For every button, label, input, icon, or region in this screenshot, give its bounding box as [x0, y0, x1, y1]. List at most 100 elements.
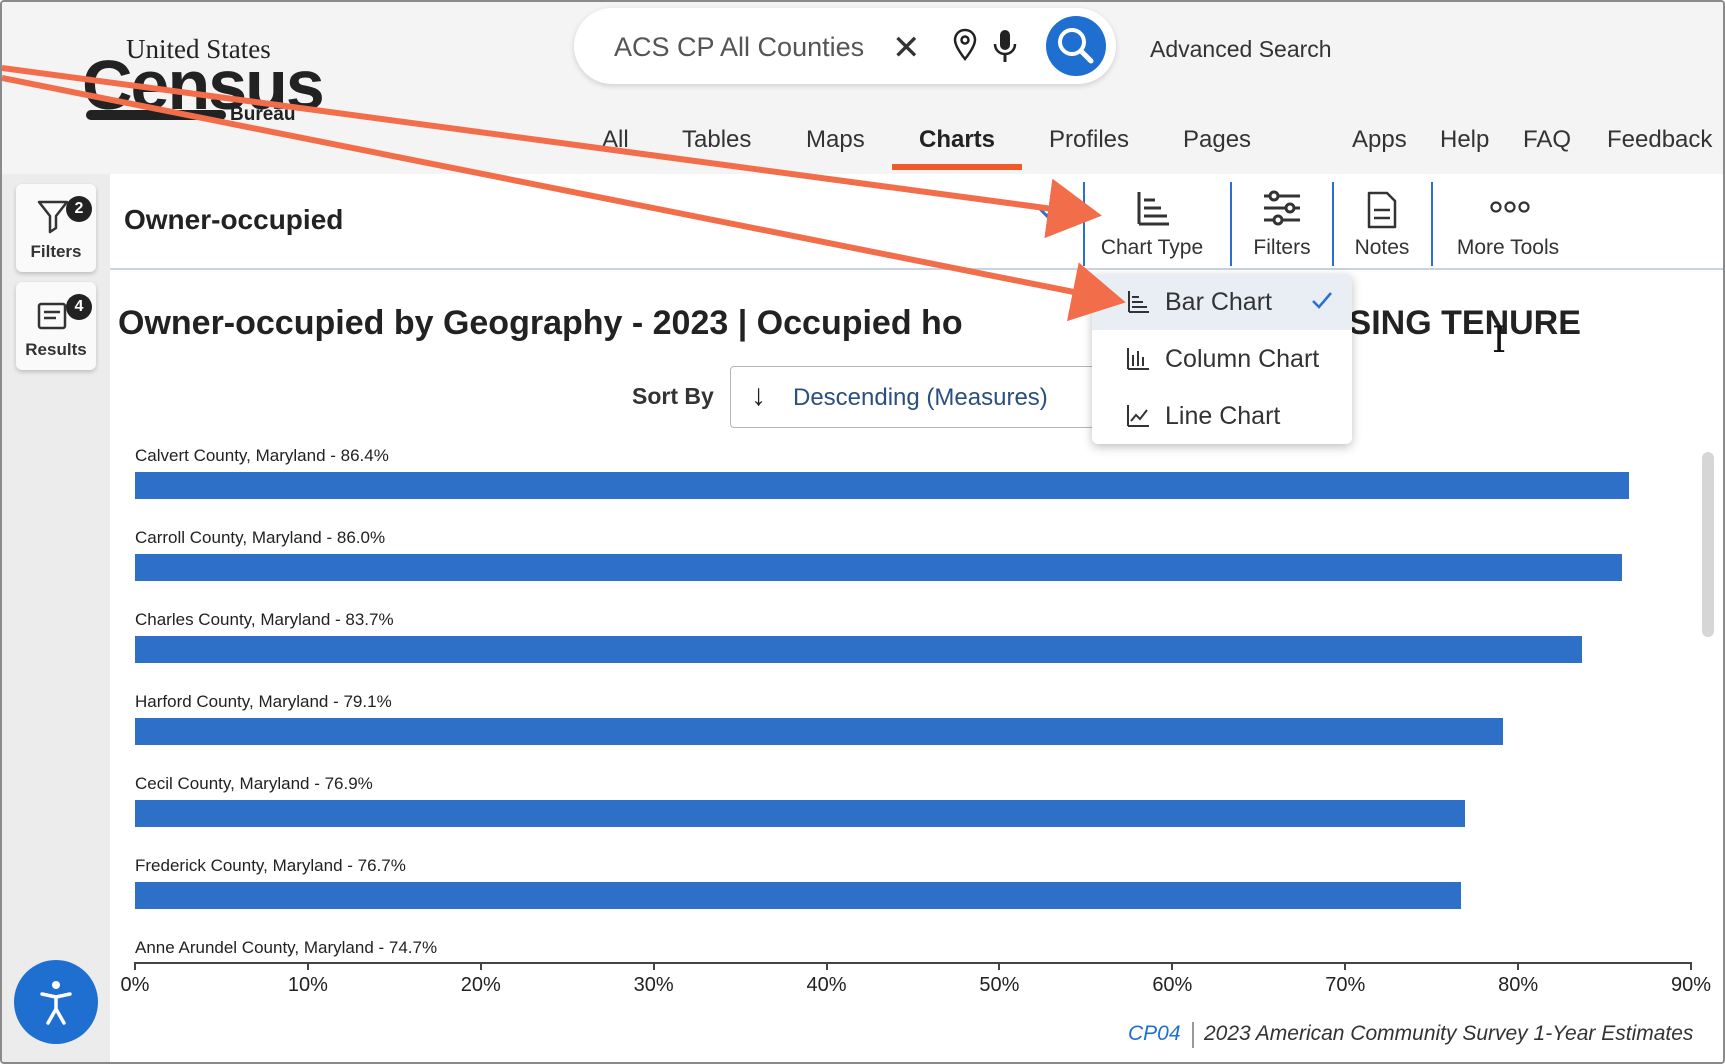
bar-label: Charles County, Maryland - 83.7%	[135, 610, 394, 629]
search-bar: ✕	[574, 8, 1116, 84]
active-tab-indicator	[892, 164, 1022, 170]
measure-dropdown-chevron-icon[interactable]	[1035, 204, 1059, 225]
x-tick	[1517, 962, 1520, 970]
main-tabs: All Tables Maps Charts Profiles Pages Ap…	[2, 126, 1723, 174]
census-logo[interactable]: United States Census Bureau	[82, 34, 325, 129]
x-tick-label: 30%	[633, 974, 674, 996]
chart-title: Owner-occupied by Geography - 2023 | Occ…	[118, 304, 1618, 343]
chart-scrollbar[interactable]	[1702, 452, 1714, 637]
chart-type-label: Chart Type	[1100, 236, 1204, 259]
table-code-link[interactable]: CP04	[1128, 1022, 1181, 1046]
tab-pages[interactable]: Pages	[1183, 126, 1251, 154]
measure-title: Owner-occupied	[124, 204, 344, 235]
link-apps[interactable]: Apps	[1352, 126, 1407, 154]
search-input[interactable]	[614, 30, 864, 64]
accessibility-button[interactable]	[14, 960, 98, 1044]
more-tools-button[interactable]: More Tools	[1433, 182, 1583, 266]
x-tick	[134, 962, 136, 970]
x-tick	[479, 962, 482, 970]
link-help[interactable]: Help	[1440, 126, 1489, 154]
bar-chart-icon	[1137, 192, 1169, 226]
notes-label: Notes	[1354, 236, 1410, 259]
left-rail: 2 Filters 4 Results	[2, 174, 110, 1062]
text-cursor-icon: I	[1492, 320, 1507, 361]
logo-bureau: Bureau	[230, 104, 296, 125]
app-window: United States Census Bureau ✕ Advanced S…	[0, 0, 1725, 1064]
x-tick	[998, 962, 1001, 970]
x-tick-label: 50%	[979, 974, 1020, 996]
bar-chart-icon	[1128, 291, 1149, 313]
tab-charts[interactable]: Charts	[919, 126, 995, 154]
menu-item-column-chart[interactable]: Column Chart	[1092, 331, 1352, 387]
accessibility-icon	[40, 981, 72, 1025]
x-tick	[306, 962, 309, 970]
bar[interactable]	[135, 800, 1465, 827]
sort-by-dropdown[interactable]: ↓ Descending (Measures)	[730, 366, 1110, 428]
menu-item-bar-chart[interactable]: Bar Chart	[1092, 274, 1352, 330]
checkmark-icon	[1312, 292, 1332, 309]
bar[interactable]	[135, 882, 1462, 909]
sort-descending-arrow-icon: ↓	[751, 379, 766, 412]
tab-all[interactable]: All	[602, 126, 629, 154]
document-icon	[1367, 191, 1397, 229]
column-chart-icon	[1127, 348, 1149, 370]
menu-item-label: Bar Chart	[1165, 288, 1272, 316]
filters-tool-label: Filters	[1253, 236, 1311, 259]
x-tick-label: 20%	[460, 974, 501, 996]
bar-label: Cecil County, Maryland - 76.9%	[135, 774, 373, 793]
x-tick-label: 0%	[120, 974, 150, 996]
more-tools-label: More Tools	[1456, 236, 1560, 259]
location-pin-icon[interactable]	[952, 28, 978, 67]
bar-label: Harford County, Maryland - 79.1%	[135, 692, 392, 711]
bar[interactable]	[135, 718, 1503, 745]
results-count-badge: 4	[66, 294, 92, 320]
chart-toolbar: Owner-occupied Chart Type Filters Notes	[110, 174, 1723, 270]
x-tick-label: 40%	[806, 974, 847, 996]
more-dots-icon	[1490, 201, 1530, 213]
link-faq[interactable]: FAQ	[1523, 126, 1571, 154]
link-feedback[interactable]: Feedback	[1607, 126, 1712, 154]
x-tick	[652, 962, 655, 970]
filters-count-badge: 2	[66, 196, 92, 222]
x-tick	[1171, 962, 1174, 970]
x-tick	[1690, 962, 1692, 970]
tab-maps[interactable]: Maps	[806, 126, 865, 154]
chart-type-menu: Bar Chart Column Chart Line Chart	[1092, 274, 1352, 444]
search-submit-button[interactable]	[1046, 16, 1106, 76]
filters-rail-button[interactable]: 2 Filters	[16, 184, 96, 272]
chart-type-button[interactable]: Chart Type	[1085, 182, 1219, 266]
bar[interactable]	[135, 636, 1583, 663]
filters-tool-button[interactable]: Filters	[1232, 182, 1332, 266]
results-list-icon	[37, 302, 67, 330]
menu-item-label: Column Chart	[1165, 345, 1320, 373]
x-tick-label: 70%	[1325, 974, 1366, 996]
x-tick-label: 10%	[287, 974, 328, 996]
results-rail-label: Results	[25, 340, 87, 359]
filters-rail-label: Filters	[30, 242, 82, 261]
x-tick-label: 80%	[1498, 974, 1539, 996]
menu-item-line-chart[interactable]: Line Chart	[1092, 388, 1352, 444]
microphone-icon[interactable]	[992, 28, 1018, 71]
bar[interactable]	[135, 472, 1629, 499]
notes-button[interactable]: Notes	[1334, 182, 1430, 266]
sort-by-value: Descending (Measures)	[793, 384, 1048, 411]
bar-label: Anne Arundel County, Maryland - 74.7%	[135, 938, 438, 957]
sort-by-label: Sort By	[632, 383, 714, 409]
tab-tables[interactable]: Tables	[682, 126, 751, 154]
filter-funnel-icon	[37, 200, 69, 234]
chart-title-left: Owner-occupied by Geography - 2023 | Occ…	[118, 304, 963, 342]
results-rail-button[interactable]: 4 Results	[16, 282, 96, 370]
bar-label: Carroll County, Maryland - 86.0%	[135, 528, 386, 547]
line-chart-icon	[1127, 405, 1149, 427]
advanced-search-link[interactable]: Advanced Search	[1150, 36, 1332, 63]
tab-profiles[interactable]: Profiles	[1049, 126, 1129, 154]
x-tick-label: 60%	[1152, 974, 1193, 996]
x-tick	[825, 962, 828, 970]
clear-search-icon[interactable]: ✕	[892, 28, 921, 68]
bar-label: Frederick County, Maryland - 76.7%	[135, 856, 406, 875]
menu-item-label: Line Chart	[1165, 402, 1281, 430]
bar-label: Calvert County, Maryland - 86.4%	[135, 446, 389, 465]
bar[interactable]	[135, 554, 1622, 581]
search-icon	[1058, 28, 1094, 64]
site-header: United States Census Bureau ✕ Advanced S…	[2, 2, 1723, 174]
